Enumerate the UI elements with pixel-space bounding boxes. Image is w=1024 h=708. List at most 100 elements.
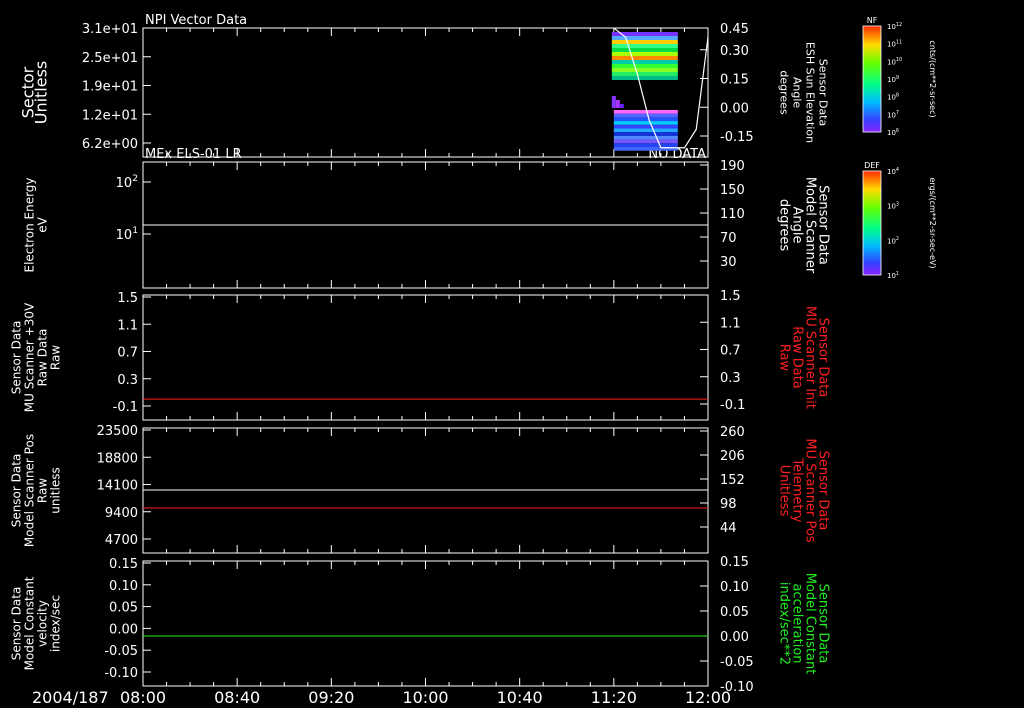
x-tick-label: 09:20 (308, 688, 354, 707)
y-tick-label-left: -0.05 (104, 644, 138, 659)
left-axis-title: Raw Data (36, 329, 50, 387)
spectrogram-cell (611, 76, 678, 80)
panel-3: 1.5 1.1 0.7 0.3 -0.1 1.5 1.1 0.7 0.3 -0.1 Sensor D… (10, 289, 831, 421)
y-tick-label-right: 1.5 (720, 289, 741, 304)
colorbar-swatch (862, 25, 882, 133)
spectrogram-cell (611, 44, 678, 48)
y-tick-label-right: 152 (720, 473, 745, 488)
spectrogram-cell (611, 68, 678, 72)
y-tick-label-left: 23500 (97, 424, 138, 439)
panel-2: MEx ELS-01 LR NO DATA1021011901501107030E… (23, 147, 831, 289)
y-tick-label-right: 0.10 (720, 580, 749, 595)
plot-canvas: NPI Vector Data 3.1e+01 2.5e+01 1.9e+01 1.2e… (10, 13, 938, 707)
left-axis-title: Sensor Data (10, 321, 24, 395)
y-tick-label-left: 0.00 (109, 622, 138, 637)
spectrogram-cell (611, 48, 678, 52)
spectrogram-cell (611, 96, 616, 108)
x-tick-label: 12:00 (685, 688, 731, 707)
right-axis-title: degrees (777, 199, 792, 252)
left-axis-title: Model Scanner Pos (23, 434, 37, 547)
y-tick-label-right: -0.05 (720, 655, 754, 670)
spectrogram-cell (611, 60, 678, 64)
panel-title: MEx ELS-01 LR (145, 147, 242, 162)
right-axis-title: Raw (777, 344, 792, 372)
left-axis-title: Sensor Data (10, 587, 24, 661)
left-axis-title: velocity (36, 600, 50, 647)
y-tick-label-left: 102 (116, 174, 138, 191)
panel-1: NPI Vector Data 3.1e+01 2.5e+01 1.9e+01 1.2e… (19, 13, 830, 158)
right-axis-title: index/sec**2 (777, 582, 792, 665)
y-tick-label-right: 98 (720, 497, 737, 512)
left-axis-title: MU Scanner +30V (23, 302, 37, 412)
y-tick-label-right: 110 (720, 207, 745, 222)
y-tick-label-left: 1.9e+01 (82, 80, 138, 95)
spectrogram-cell (613, 135, 678, 140)
spectrogram (611, 27, 709, 151)
x-tick-label: 10:00 (402, 688, 448, 707)
y-tick-label-left: 0.05 (109, 601, 138, 616)
spectrogram-cell (613, 117, 678, 122)
right-axis-title: Sensor Data (817, 59, 830, 126)
y-tick-label-right: 0.15 (720, 73, 749, 88)
x-tick-label: 08:00 (120, 688, 166, 707)
right-axis-title: degrees (778, 70, 791, 115)
y-tick-label-left: -0.10 (104, 666, 138, 681)
colorbar-2: DEF 104 103 102 101 ergs/(cm**2-sr-sec-eV) (862, 161, 937, 280)
spectrogram-cell (613, 139, 678, 144)
y-tick-label-right: 30 (720, 255, 737, 270)
panel-frame (142, 560, 709, 687)
y-tick-label-left: 0.15 (109, 557, 138, 572)
y-tick-label-left: 18800 (97, 451, 138, 466)
spectrogram-cell (613, 132, 678, 136)
y-tick-label-right: 0.7 (720, 344, 741, 359)
left-axis-title: Sensor Data (10, 454, 24, 528)
right-axis-title: Angle (791, 77, 804, 109)
colorbar-label: cnts/(cm**2-sr-sec) (928, 40, 937, 117)
y-tick-label-left: 0.7 (117, 346, 138, 361)
left-axis-title: eV (36, 216, 50, 232)
y-tick-label-right: 206 (720, 449, 745, 464)
colorbar-tick: 102 (887, 236, 899, 245)
spectrogram-cell (611, 64, 678, 68)
panel-4: 23500 18800 14100 9400 4700 260 206 152 98 44 Sens… (10, 424, 831, 554)
spectrogram-cell (613, 143, 678, 147)
right-axis-title: Unitless (777, 465, 792, 517)
spectrogram-cell (613, 124, 678, 129)
right-axis-title: ESH Sun Elevation (804, 42, 817, 143)
x-date-label: 2004/187 (32, 688, 109, 707)
y-tick-label-left: 1.1 (117, 318, 138, 333)
colorbar-tick: 1011 (887, 40, 902, 49)
y-tick-label-left: 4700 (105, 533, 138, 548)
colorbar-tick: 107 (887, 110, 899, 119)
colorbar-tick: 109 (887, 75, 899, 84)
y-tick-label-left: 1.2e+01 (82, 108, 138, 123)
colorbar-tick: 103 (887, 202, 899, 211)
y-tick-label-left: -0.1 (113, 400, 138, 415)
y-tick-label-right: -0.15 (720, 130, 754, 145)
spectrogram-cell (613, 113, 678, 118)
colorbar-tick: 104 (887, 167, 899, 176)
spectrogram-cell (611, 56, 678, 60)
colorbar-title: NF (867, 16, 878, 25)
spectrogram-cell (611, 52, 678, 56)
y-tick-label-left: 14100 (97, 479, 138, 494)
y-tick-label-right: 44 (720, 521, 737, 536)
left-axis-title: Raw (36, 478, 50, 503)
colorbar-1: NF 1012 1011 1010 109 108 107 106 cnts/(cm**2-sr… (862, 16, 937, 137)
y-tick-label-left: 1.5 (117, 291, 138, 306)
y-tick-label-left: 3.1e+01 (82, 22, 138, 37)
spectrogram-cell (615, 100, 620, 108)
panel-frame (142, 294, 709, 421)
y-tick-label-right: 150 (720, 183, 745, 198)
x-tick-label: 08:40 (214, 688, 260, 707)
y-tick-label-right: 0.3 (720, 371, 741, 386)
y-tick-label-right: 0.05 (720, 605, 749, 620)
y-tick-label-right: 0.45 (720, 22, 749, 37)
y-tick-label-right: 260 (720, 425, 745, 440)
left-axis-title: Electron Energy (23, 177, 37, 272)
spectrogram-cell (613, 121, 678, 125)
y-tick-label-right: 0.00 (720, 630, 749, 645)
spectrogram-cell (611, 40, 678, 44)
y-tick-label-right: 190 (720, 159, 745, 174)
colorbar-label: ergs/(cm**2-sr-sec-eV) (928, 177, 937, 268)
